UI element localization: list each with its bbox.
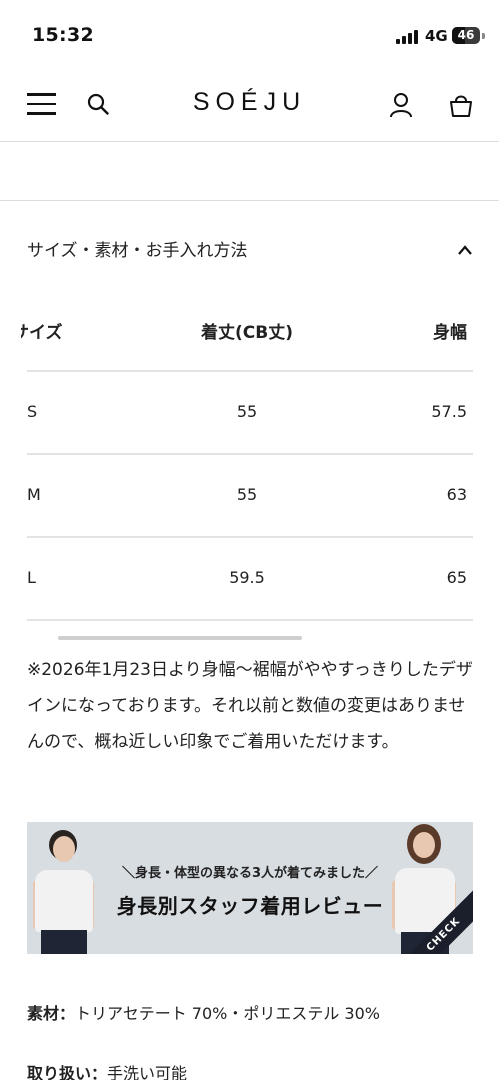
battery-icon: 46: [452, 27, 480, 44]
staff-photo-left: [29, 830, 99, 954]
cell-width: 57.5: [431, 402, 467, 421]
cell-size: S: [27, 402, 38, 421]
cell-length: 59.5: [229, 568, 265, 587]
size-table[interactable]: サイズ 着丈(CB丈) 身幅 S 55 57.5 M 55 63 L 59.5 …: [21, 300, 473, 621]
material-label: 素材：: [27, 1004, 76, 1023]
header-width: 身幅: [433, 323, 467, 343]
table-header-row: サイズ 着丈(CB丈) 身幅: [21, 300, 473, 372]
battery-nub: [482, 33, 485, 39]
table-row: L 59.5 65: [27, 538, 473, 621]
header-length: 着丈(CB丈): [201, 323, 293, 343]
user-icon[interactable]: [389, 92, 413, 118]
bag-icon[interactable]: [448, 92, 474, 118]
section-divider: [0, 200, 499, 201]
table-horizontal-scrollbar[interactable]: [58, 636, 302, 640]
banner-subtitle: ＼身長・体型の異なる3人が着てみました／: [121, 866, 379, 881]
care-value: 手洗い可能: [107, 1064, 188, 1080]
header-size: サイズ: [21, 323, 63, 343]
banner-title: 身長別スタッフ着用レビュー: [116, 894, 384, 918]
table-row: S 55 57.5: [27, 372, 473, 455]
cell-length: 55: [236, 485, 258, 504]
table-row: M 55 63: [27, 455, 473, 538]
site-logo[interactable]: SOÉJU: [0, 88, 499, 117]
battery-level: 46: [457, 28, 475, 42]
table-body: S 55 57.5 M 55 63 L 59.5 65: [27, 372, 473, 621]
chevron-up-icon[interactable]: [457, 244, 473, 256]
material-info: 素材：トリアセテート 70%・ポリエステル 30%: [27, 1000, 380, 1024]
site-header: SOÉJU: [0, 70, 499, 142]
status-time: 15:32: [32, 24, 94, 46]
accordion-size-material-care[interactable]: サイズ・素材・お手入れ方法: [27, 236, 473, 266]
status-bar: 15:32 4G 46: [0, 0, 499, 70]
accordion-title: サイズ・素材・お手入れ方法: [27, 241, 248, 261]
care-label: 取り扱い：: [27, 1064, 108, 1080]
cell-width: 65: [446, 568, 467, 587]
size-change-note: ※2026年1月23日より身幅〜裾幅がややすっきりしたデザインになっております。…: [27, 660, 473, 752]
cell-width: 63: [446, 485, 467, 504]
network-type: 4G: [425, 27, 448, 45]
staff-review-banner[interactable]: ＼身長・体型の異なる3人が着てみました／ 身長別スタッフ着用レビュー CHECK: [27, 822, 473, 954]
cell-length: 55: [236, 402, 258, 421]
cell-size: M: [27, 485, 41, 504]
cellular-signal-icon: [396, 30, 420, 44]
material-value: トリアセテート 70%・ポリエステル 30%: [75, 1004, 380, 1023]
care-info: 取り扱い：手洗い可能: [27, 1060, 187, 1080]
cell-size: L: [27, 568, 36, 587]
